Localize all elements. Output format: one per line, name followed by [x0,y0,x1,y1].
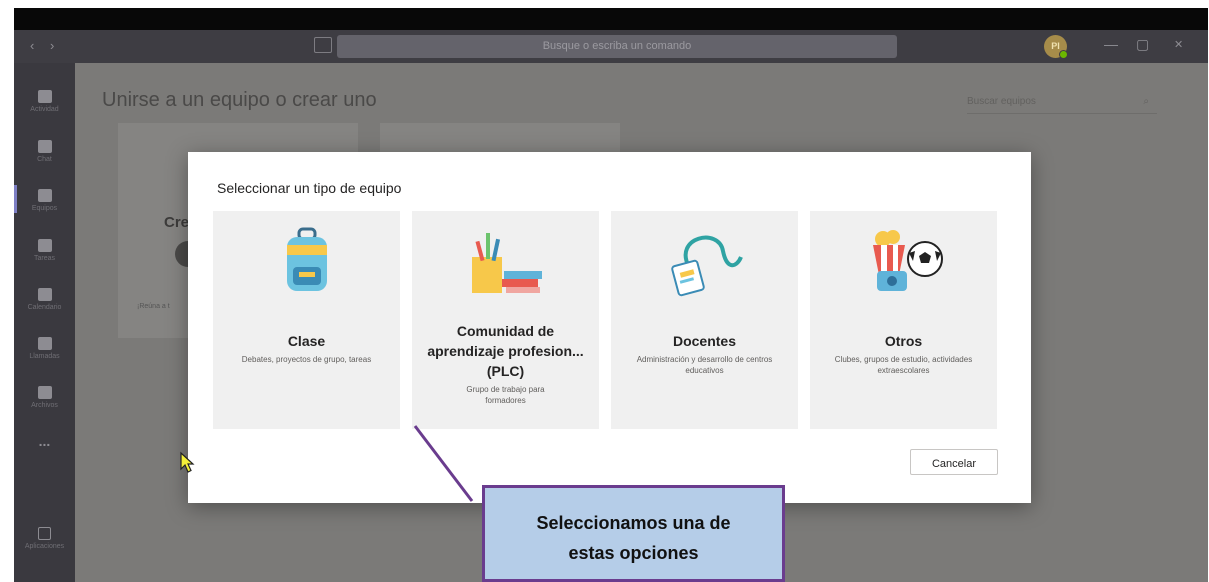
presence-status-icon [1059,50,1068,59]
tile-title: Docentes [672,333,737,349]
search-icon: ⌕ [1143,96,1149,107]
more-apps-icon[interactable]: ... [14,433,75,449]
close-icon[interactable]: ✕ [1174,38,1183,51]
tile-title-line: Comunidad de [456,323,555,339]
rail-label: Chat [37,156,52,163]
title-bar: ‹ › Busque o escriba un comando PI — ▢ ✕ [14,30,1208,63]
rail-item-activity[interactable]: Actividad [14,90,75,113]
rail-item-tasks[interactable]: Tareas [14,239,75,262]
create-team-card-text: ¡Reúna a t [137,303,170,310]
tasks-icon [37,239,52,252]
rail-label: Equipos [31,205,58,212]
tile-description: Administración y desarrollo de centros e… [636,355,773,375]
popcorn-ball-icon [872,230,943,291]
tile-title-line: (PLC) [486,363,525,379]
callout-line: estas opciones [568,543,699,563]
chat-icon [37,140,52,153]
create-team-card-title: Cre [164,214,190,231]
files-icon [37,386,52,399]
rail-label: Actividad [30,106,59,113]
rail-item-files[interactable]: Archivos [14,386,75,409]
callout-text: Seleccionamos una de estas opciones [485,508,782,568]
rail-label: Calendario [27,304,62,311]
new-chat-icon[interactable] [314,37,332,53]
rail-label: Tareas [33,255,55,262]
mouse-cursor-icon [180,451,195,473]
tile-description: Debates, proyectos de grupo, tareas [241,355,372,364]
apps-icon [38,527,51,540]
callout-line: Seleccionamos una de [536,513,731,533]
forward-arrow-icon[interactable]: › [50,38,54,53]
rail-item-apps[interactable]: Aplicaciones [14,527,75,550]
team-type-tile-otros[interactable]: Otros Clubes, grupos de estudio, activid… [810,211,997,429]
phone-icon [37,337,52,350]
page-title: Unirse a un equipo o crear uno [102,89,377,111]
tile-title: Otros [884,333,923,349]
rail-item-teams[interactable]: Equipos [14,185,75,213]
back-arrow-icon[interactable]: ‹ [30,38,34,53]
calendar-icon [37,288,52,301]
backpack-icon [286,227,327,291]
find-teams-placeholder: Buscar equipos [967,96,1036,107]
tile-title-line: aprendizaje profesion... [427,343,584,359]
instruction-callout: Seleccionamos una de estas opciones [482,485,785,582]
screen-top-bar [14,8,1208,30]
command-search-input[interactable]: Busque o escriba un comando [337,35,897,58]
avatar-initials: PI [1051,41,1060,51]
rail-label: Aplicaciones [24,543,65,550]
team-type-tile-clase[interactable]: Clase Debates, proyectos de grupo, tarea… [213,211,400,429]
team-type-tile-docentes[interactable]: Docentes Administración y desarrollo de … [611,211,798,429]
teams-icon [37,189,52,202]
dialog-title: Seleccionar un tipo de equipo [217,180,402,196]
rail-label: Archivos [31,402,58,409]
books-icon [471,233,542,293]
lanyard-icon [670,235,743,297]
minimize-icon[interactable]: — [1104,36,1118,52]
rail-label: Llamadas [29,353,60,360]
tile-title: Clase [287,333,326,349]
rail-item-calls[interactable]: Llamadas [14,337,75,360]
avatar[interactable]: PI [1044,35,1068,59]
cancel-button[interactable]: Cancelar [910,449,998,475]
find-teams-input[interactable]: Buscar equipos ⌕ [967,91,1157,114]
tile-description: Grupo de trabajo para formadores [466,385,545,405]
rail-item-calendar[interactable]: Calendario [14,288,75,311]
bell-icon [37,90,52,103]
app-rail: Actividad Chat Equipos Tareas Calendario… [14,63,75,582]
maximize-icon[interactable]: ▢ [1136,36,1149,53]
team-type-tile-plc[interactable]: Comunidad de aprendizaje profesion... (P… [412,211,599,429]
rail-item-chat[interactable]: Chat [14,140,75,163]
team-type-dialog: Seleccionar un tipo de equipo Clase Deba… [188,152,1031,503]
tile-description: Clubes, grupos de estudio, actividades e… [834,355,973,375]
